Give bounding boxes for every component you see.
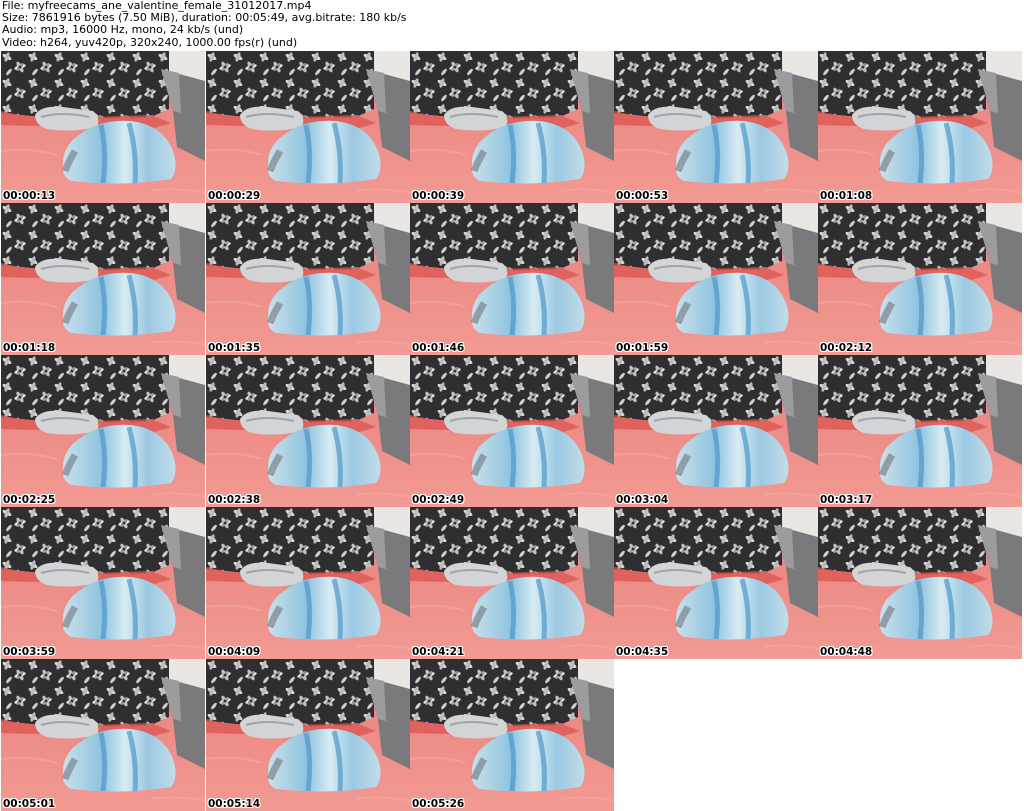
video-frame-thumbnail: 00:03:59: [1, 507, 205, 659]
frame-timestamp: 00:01:35: [208, 342, 261, 354]
frame-image: [1, 659, 205, 811]
video-frame-thumbnail: 00:05:14: [206, 659, 410, 811]
video-frame-thumbnail: 00:00:53: [614, 51, 818, 203]
frame-image: [614, 203, 818, 355]
frame-timestamp: 00:02:49: [412, 494, 465, 506]
video-frame-thumbnail: 00:01:46: [410, 203, 614, 355]
frame-timestamp: 00:00:29: [208, 190, 261, 202]
video-info-line: Video: h264, yuv420p, 320x240, 1000.00 f…: [2, 35, 298, 49]
video-frame-thumbnail: 00:00:29: [206, 51, 410, 203]
video-frame-thumbnail: 00:01:08: [818, 51, 1022, 203]
frame-image: [206, 507, 410, 659]
frame-image: [410, 51, 614, 203]
frame-timestamp: 00:00:53: [616, 190, 669, 202]
frame-image: [614, 507, 818, 659]
frame-timestamp: 00:02:38: [208, 494, 261, 506]
video-frame-thumbnail: 00:02:25: [1, 355, 205, 507]
frame-timestamp: 00:03:17: [820, 494, 873, 506]
frame-timestamp: 00:05:26: [412, 798, 465, 810]
frame-image: [410, 659, 614, 811]
frame-image: [818, 51, 1022, 203]
frame-timestamp: 00:00:13: [3, 190, 56, 202]
frame-image: [206, 203, 410, 355]
frame-timestamp: 00:01:59: [616, 342, 669, 354]
frame-image: [1, 507, 205, 659]
frame-image: [614, 51, 818, 203]
frame-timestamp: 00:00:39: [412, 190, 465, 202]
frame-image: [206, 51, 410, 203]
frame-image: [206, 659, 410, 811]
file-info-header: File: myfreecams_ane_valentine_female_31…: [2, 0, 1022, 50]
frame-image: [818, 507, 1022, 659]
frame-image: [818, 203, 1022, 355]
thumbnail-grid: 00:00:13 00:00:29 00:00:39 00:00:53 00:0…: [1, 51, 1023, 811]
video-frame-thumbnail: 00:00:13: [1, 51, 205, 203]
video-frame-thumbnail: 00:04:21: [410, 507, 614, 659]
frame-timestamp: 00:04:09: [208, 646, 261, 658]
frame-image: [1, 203, 205, 355]
video-frame-thumbnail: 00:03:04: [614, 355, 818, 507]
frame-image: [410, 355, 614, 507]
video-frame-thumbnail: 00:04:48: [818, 507, 1022, 659]
frame-timestamp: 00:03:59: [3, 646, 56, 658]
video-frame-thumbnail: 00:04:09: [206, 507, 410, 659]
frame-timestamp: 00:04:21: [412, 646, 465, 658]
frame-timestamp: 00:05:14: [208, 798, 261, 810]
frame-timestamp: 00:01:46: [412, 342, 465, 354]
video-frame-thumbnail: 00:05:26: [410, 659, 614, 811]
frame-image: [614, 355, 818, 507]
frame-timestamp: 00:02:12: [820, 342, 873, 354]
video-frame-thumbnail: 00:04:35: [614, 507, 818, 659]
frame-timestamp: 00:02:25: [3, 494, 56, 506]
video-frame-thumbnail: 00:02:49: [410, 355, 614, 507]
video-frame-thumbnail: 00:01:18: [1, 203, 205, 355]
frame-timestamp: 00:05:01: [3, 798, 56, 810]
video-frame-thumbnail: 00:00:39: [410, 51, 614, 203]
frame-image: [818, 355, 1022, 507]
frame-image: [206, 355, 410, 507]
video-frame-thumbnail: 00:02:38: [206, 355, 410, 507]
frame-image: [410, 203, 614, 355]
audio-info-line: Audio: mp3, 16000 Hz, mono, 24 kb/s (und…: [2, 23, 244, 37]
frame-timestamp: 00:03:04: [616, 494, 669, 506]
video-frame-thumbnail: 00:01:59: [614, 203, 818, 355]
frame-timestamp: 00:04:48: [820, 646, 873, 658]
frame-timestamp: 00:01:08: [820, 190, 873, 202]
frame-image: [1, 51, 205, 203]
video-frame-thumbnail: 00:01:35: [206, 203, 410, 355]
frame-timestamp: 00:01:18: [3, 342, 56, 354]
frame-timestamp: 00:04:35: [616, 646, 669, 658]
video-frame-thumbnail: 00:02:12: [818, 203, 1022, 355]
video-frame-thumbnail: 00:03:17: [818, 355, 1022, 507]
video-frame-thumbnail: 00:05:01: [1, 659, 205, 811]
frame-image: [410, 507, 614, 659]
frame-image: [1, 355, 205, 507]
